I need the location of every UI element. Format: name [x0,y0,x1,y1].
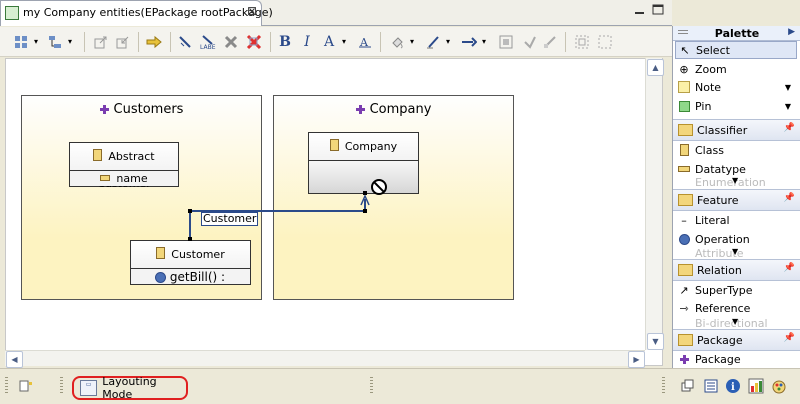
folder-icon [678,264,693,276]
fill-color-icon[interactable] [388,33,414,51]
palette-item-package[interactable]: Package [677,350,741,368]
palette-item-operation[interactable]: Operation [677,230,750,248]
drawer-relation[interactable]: Relation 📌 [673,259,800,281]
palette-item-bidirectional[interactable]: Bi-directional [677,317,768,329]
pin-icon[interactable]: 📌 [784,193,795,203]
dropdown-arrow-icon[interactable]: ▼ [785,83,791,92]
info-icon[interactable]: i [725,378,741,394]
scroll-up-icon[interactable]: ▲ [647,59,664,76]
delete-icon[interactable] [222,33,240,51]
editor-tab-title: my Company entities(EPackage rootPackage… [23,6,273,19]
diagram-icon [5,6,19,20]
grid-icon[interactable] [12,33,38,51]
folder-icon [678,334,693,346]
scroll-right-icon[interactable]: ▶ [628,351,645,368]
svg-text:LABEL: LABEL [200,44,216,50]
palette-tool-note[interactable]: Note ▼ [677,78,797,96]
hide-icon[interactable] [176,33,194,51]
pin-icon[interactable]: 📌 [784,333,795,343]
align-icon[interactable] [573,33,591,51]
reference-connection[interactable] [6,59,651,351]
font-color-icon[interactable]: A [320,33,346,51]
no-entry-cursor-icon [371,179,387,195]
datatype-icon [677,162,691,176]
relation-label[interactable]: Customer [201,212,259,226]
toolbar: LABEL B I A A [0,27,672,57]
palette-grip-icon[interactable] [678,30,688,36]
diagram-canvas[interactable]: Customers Abstract Customer name Custome… [5,58,663,366]
distribute-icon[interactable] [596,33,614,51]
restore-view-icon[interactable] [680,378,696,394]
line-color-icon[interactable] [424,33,450,51]
status-bar: ▭ Layouting Mode i [0,368,800,404]
export-icon[interactable] [92,33,110,51]
palette-tool-zoom[interactable]: ⊕ Zoom [677,60,726,78]
palette-item-literal[interactable]: – Literal [677,211,729,229]
label-icon[interactable]: LABEL [199,33,217,51]
literal-icon: – [681,213,687,227]
italic-icon[interactable]: I [298,33,316,51]
layout-mode-icon: ▭ [80,380,98,396]
palette-collapse-icon[interactable]: ▶ [788,27,795,37]
drawer-feature[interactable]: Feature 📌 [673,189,800,211]
operation-icon [679,234,689,244]
palette-item-supertype[interactable]: ↗ SuperType [677,281,752,299]
palette-view-icon[interactable] [771,378,787,394]
package-icon [679,354,689,364]
drawer-classifier[interactable]: Classifier 📌 [673,119,800,141]
class-icon [679,144,689,156]
select-arrow-icon: ↖ [680,43,690,57]
pin-tool-icon [677,99,691,113]
scroll-left-icon[interactable]: ◀ [6,351,23,368]
delete-red-icon[interactable] [245,33,263,51]
palette-item-enumeration[interactable]: Enumeration [677,176,766,188]
undo-route-icon[interactable] [520,33,538,51]
pin-icon[interactable]: 📌 [784,263,795,273]
palette-item-class[interactable]: Class [677,141,724,159]
scroll-down-icon[interactable]: ▼ [647,333,664,350]
palette-header: Palette ▶ [673,26,800,41]
dropdown-arrow-icon[interactable]: ▼ [785,102,791,111]
note-icon [677,80,691,94]
arrow-right-icon[interactable] [145,33,163,51]
folder-icon [678,194,693,206]
drawer-package[interactable]: Package 📌 [673,329,800,351]
palette-title: Palette [714,27,760,40]
fast-view-icon[interactable] [18,378,34,394]
mode-label: Layouting Mode [102,375,157,401]
minimize-icon[interactable] [634,4,646,16]
snap-icon[interactable] [497,33,515,51]
editor-tab[interactable]: my Company entities(EPackage rootPackage… [0,0,273,26]
svg-text:i: i [731,382,735,393]
more-items-arrow-icon[interactable]: ▼ [732,247,738,256]
tree-icon[interactable] [46,33,72,51]
chart-view-icon[interactable] [748,378,764,394]
supertype-icon: ↗ [679,283,689,297]
vertical-scrollbar[interactable]: ▲ ▼ [645,58,664,350]
palette: Palette ▶ ↖ Select ⊕ Zoom Note ▼ Pin ▼ Class… [672,26,800,368]
maximize-icon[interactable] [652,4,664,16]
editor-tab-bar: my Company entities(EPackage rootPackage… [0,0,672,26]
more-items-arrow-icon[interactable]: ▼ [732,176,738,185]
close-tab-icon[interactable]: ⊠ [247,4,257,18]
bold-icon[interactable]: B [276,33,294,51]
reference-icon: ⇾ [679,301,689,315]
folder-icon [678,124,693,136]
layouting-mode-indicator[interactable]: ▭ Layouting Mode [72,375,188,401]
line-style-icon[interactable] [460,33,486,51]
horizontal-scrollbar[interactable]: ◀ ▶ [5,350,645,368]
route-icon[interactable] [541,33,559,51]
palette-item-reference[interactable]: ⇾ Reference [677,299,750,317]
zoom-icon: ⊕ [679,62,689,76]
more-items-arrow-icon[interactable]: ▼ [732,317,738,326]
pin-icon[interactable]: 📌 [784,123,795,133]
import-icon[interactable] [114,33,132,51]
palette-tool-select[interactable]: ↖ Select [675,41,797,59]
text-format-icon[interactable]: A [356,33,374,51]
palette-tool-pin[interactable]: Pin ▼ [677,97,797,115]
outline-view-icon[interactable] [703,378,719,394]
